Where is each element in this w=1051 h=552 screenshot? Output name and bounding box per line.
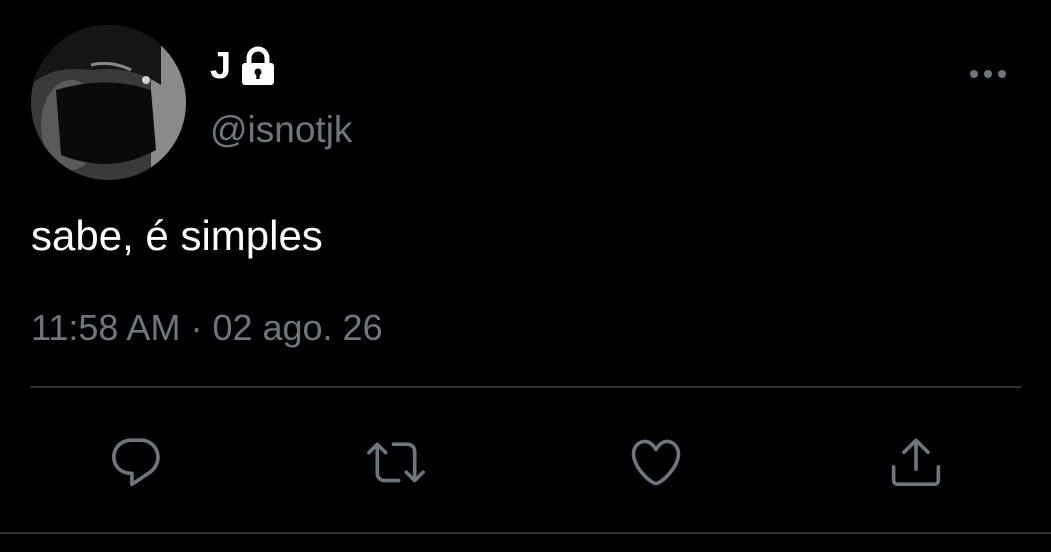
more-options-icon[interactable] xyxy=(968,66,1008,82)
reply-icon xyxy=(112,438,160,487)
retweet-button[interactable] xyxy=(366,432,426,492)
divider xyxy=(31,386,1021,388)
tweet-time: 11:58 AM xyxy=(31,307,181,348)
bottom-divider xyxy=(0,532,1051,534)
lock-icon xyxy=(239,46,277,86)
retweet-icon xyxy=(367,442,425,483)
heart-icon xyxy=(631,439,681,486)
avatar-image xyxy=(31,25,186,180)
tweet-detail: J @isnotjk sabe, é simples 11:58 AM · 02… xyxy=(0,0,1051,552)
timestamp-separator: · xyxy=(190,307,203,348)
display-name[interactable]: J xyxy=(210,44,231,88)
like-button[interactable] xyxy=(626,432,686,492)
avatar[interactable] xyxy=(31,25,186,180)
user-handle[interactable]: @isnotjk xyxy=(210,108,352,152)
tweet-text: sabe, é simples xyxy=(31,212,323,259)
tweet-date: 02 ago. 26 xyxy=(212,307,383,348)
display-name-row: J xyxy=(210,44,277,88)
reply-button[interactable] xyxy=(106,432,166,492)
tweet-timestamp[interactable]: 11:58 AM · 02 ago. 26 xyxy=(31,306,383,350)
share-button[interactable] xyxy=(886,432,946,492)
share-icon xyxy=(891,438,941,487)
